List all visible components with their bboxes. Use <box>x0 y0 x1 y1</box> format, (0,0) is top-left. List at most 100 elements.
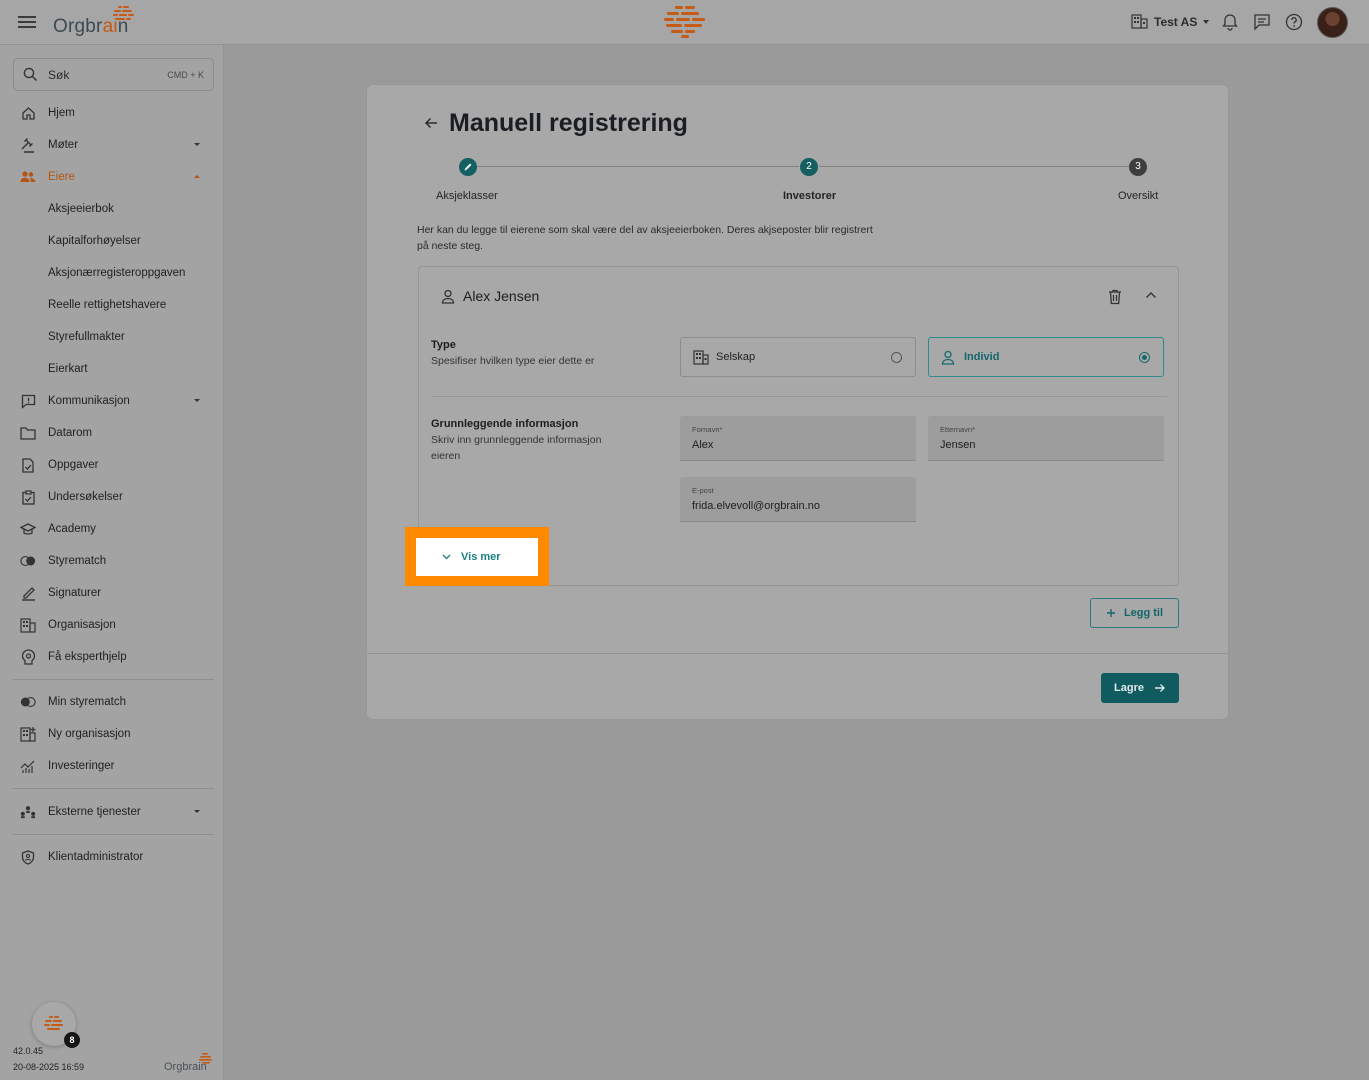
sidebar-item-external-services[interactable]: Eksterne tjenester <box>13 798 214 826</box>
type-option-company[interactable]: Selskap <box>680 337 916 377</box>
save-button[interactable]: Lagre <box>1101 673 1179 703</box>
radio-button-selected[interactable] <box>1139 352 1150 363</box>
user-avatar[interactable] <box>1317 7 1348 38</box>
step-3[interactable]: 3 <box>1129 158 1147 176</box>
first-name-value: Alex <box>692 439 714 451</box>
sidebar-item-owners[interactable]: Eiere <box>13 163 214 191</box>
folder-icon <box>20 425 36 441</box>
sidebar-item-surveys[interactable]: Undersøkelser <box>13 483 214 511</box>
step-label-share-classes: Aksjeklasser <box>436 190 498 202</box>
sidebar-item-home[interactable]: Hjem <box>13 99 214 127</box>
academy-icon <box>20 521 36 537</box>
org-name: Test AS <box>1154 14 1198 29</box>
new-org-icon <box>20 726 36 742</box>
center-brain-logo-icon[interactable] <box>663 5 707 39</box>
sidebar-item-my-boardmatch[interactable]: Min styrematch <box>13 688 214 716</box>
match-icon <box>20 553 36 569</box>
person-icon <box>441 289 455 304</box>
save-label: Lagre <box>1114 682 1144 694</box>
sidebar-item-signatures[interactable]: Signaturer <box>13 579 214 607</box>
card-footer-divider <box>367 653 1228 654</box>
sidebar-item-shareholder-register[interactable]: Aksjeeierbok <box>13 195 214 223</box>
first-name-label: Fornavn* <box>692 425 723 434</box>
match-icon <box>20 694 36 710</box>
add-owner-button[interactable]: Legg til <box>1090 598 1179 628</box>
sidebar-item-client-admin[interactable]: Klientadministrator <box>13 843 214 871</box>
sidebar-divider <box>13 834 214 835</box>
email-value: frida.elvevoll@orgbrain.no <box>692 500 820 512</box>
chat-icon[interactable] <box>1253 13 1271 31</box>
registration-card: Manuell registrering 2 3 Aksjeklasser In… <box>366 84 1229 720</box>
email-field[interactable]: E-post frida.elvevoll@orgbrain.no <box>680 477 916 522</box>
person-icon <box>941 350 955 365</box>
email-label: E-post <box>692 486 714 495</box>
sidebar-item-boardmatch[interactable]: Styrematch <box>13 547 214 575</box>
top-bar: Orgbrain Test AS <box>0 0 1369 45</box>
task-icon <box>20 457 36 473</box>
step-label-investors: Investorer <box>783 190 837 202</box>
search-icon <box>23 67 38 82</box>
bell-icon[interactable] <box>1221 13 1239 31</box>
type-section-subtitle: Spesifiser hvilken type eier dette er <box>431 355 595 367</box>
pencil-icon <box>464 163 472 171</box>
announcement-icon <box>20 393 36 409</box>
building-icon <box>1131 14 1148 29</box>
sidebar-item-investments[interactable]: Investeringer <box>13 752 214 780</box>
expert-icon <box>20 649 36 665</box>
show-more-button[interactable]: Vis mer <box>416 538 538 576</box>
chart-icon <box>20 758 36 774</box>
search-shortcut: CMD + K <box>167 69 204 80</box>
sidebar-item-shareholder-report[interactable]: Aksjonærregisteroppgaven <box>13 259 214 287</box>
stepper-line <box>477 166 799 167</box>
chevron-down-icon <box>194 143 200 146</box>
add-owner-label: Legg til <box>1123 607 1164 619</box>
chevron-up-icon <box>194 175 200 178</box>
owners-icon <box>20 169 36 185</box>
notification-badge: 8 <box>64 1032 80 1048</box>
search-input[interactable]: Søk CMD + K <box>13 58 214 91</box>
sidebar-item-meetings[interactable]: Møter <box>13 131 214 159</box>
sidebar-item-communication[interactable]: Kommunikasjon <box>13 387 214 415</box>
arrow-right-icon <box>1154 684 1165 692</box>
first-name-field[interactable]: Fornavn* Alex <box>680 416 916 461</box>
plus-icon <box>1106 609 1115 617</box>
sidebar-item-owner-map[interactable]: Eierkart <box>13 355 214 383</box>
chevron-up-icon[interactable] <box>1145 291 1157 299</box>
org-switcher[interactable]: Test AS <box>1131 14 1210 29</box>
chevron-down-icon <box>194 810 200 813</box>
radio-button[interactable] <box>891 352 902 363</box>
type-option-individual-label: Individ <box>964 351 1000 363</box>
sidebar-item-dataroom[interactable]: Datarom <box>13 419 214 447</box>
sidebar-item-capital-increases[interactable]: Kapitalforhøyelser <box>13 227 214 255</box>
help-icon[interactable] <box>1285 13 1303 31</box>
sidebar-item-new-organization[interactable]: Ny organisasjon <box>13 720 214 748</box>
services-icon <box>20 804 36 820</box>
trash-icon[interactable] <box>1108 289 1122 305</box>
step-1-done[interactable] <box>459 158 477 176</box>
sidebar-item-beneficial-owners[interactable]: Reelle rettighetshavere <box>13 291 214 319</box>
step-label-overview: Oversikt <box>1118 190 1159 202</box>
menu-icon[interactable] <box>18 13 36 31</box>
chevron-down-icon <box>442 554 451 560</box>
sidebar-item-academy[interactable]: Academy <box>13 515 214 543</box>
basic-info-subtitle: Skriv inn grunnleggende informasjon eier… <box>431 434 602 462</box>
page-title: Manuell registrering <box>449 109 688 137</box>
sidebar: Søk CMD + K Hjem Møter Eiere Aksjeeierbo… <box>0 45 224 1080</box>
back-arrow-icon[interactable] <box>423 115 439 131</box>
building-icon <box>20 617 36 633</box>
basic-info-title: Grunnleggende informasjon <box>431 418 579 430</box>
step-2-active[interactable]: 2 <box>800 158 818 176</box>
brain-logo-icon <box>44 1016 63 1030</box>
brain-logo-icon <box>113 6 134 20</box>
last-name-field[interactable]: Etternavn* Jensen <box>928 416 1164 461</box>
home-icon <box>20 105 36 121</box>
type-option-individual[interactable]: Individ <box>928 337 1164 377</box>
brain-logo-icon <box>199 1053 212 1064</box>
gavel-icon <box>20 137 36 153</box>
sidebar-item-tasks[interactable]: Oppgaver <box>13 451 214 479</box>
sidebar-item-expert-help[interactable]: Få eksperthjelp <box>13 643 214 671</box>
last-name-value: Jensen <box>940 439 976 451</box>
sidebar-item-organization[interactable]: Organisasjon <box>13 611 214 639</box>
owner-name: Alex Jensen <box>463 288 540 304</box>
sidebar-item-board-authorizations[interactable]: Styrefullmakter <box>13 323 214 351</box>
